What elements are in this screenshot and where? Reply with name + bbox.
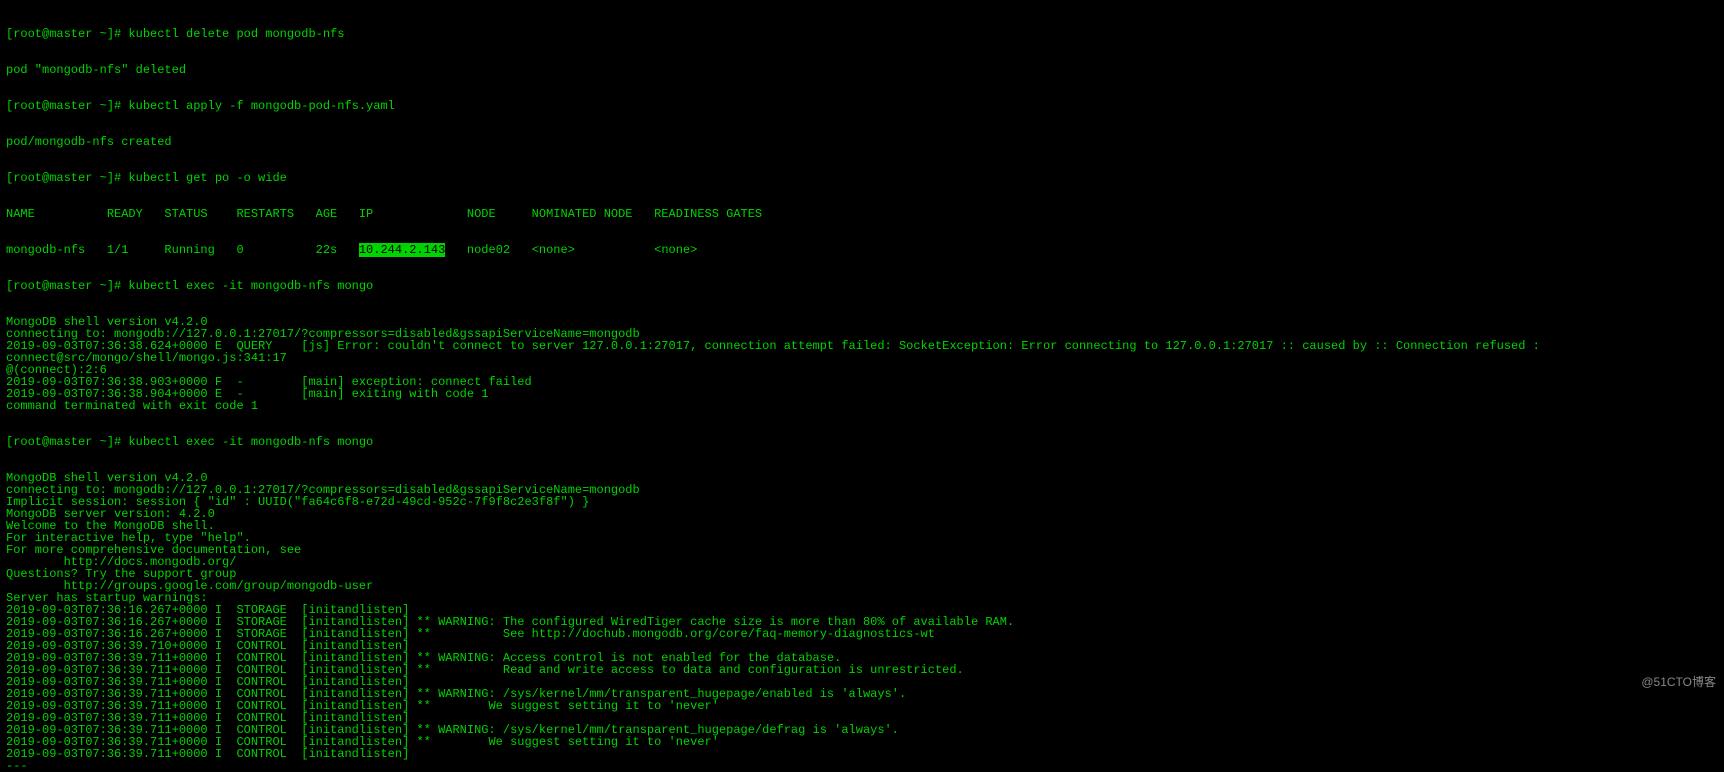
output-line: For more comprehensive documentation, se… — [6, 544, 1718, 556]
command-text: kubectl exec -it mongodb-nfs mongo — [128, 435, 373, 449]
watermark-text: @51CTO博客 — [1641, 676, 1716, 688]
output-line: 2019-09-03T07:36:38.904+0000 E - [main] … — [6, 388, 1718, 400]
command-text: kubectl delete pod mongodb-nfs — [128, 27, 344, 41]
output-line: http://groups.google.com/group/mongodb-u… — [6, 580, 1718, 592]
output-line: http://docs.mongodb.org/ — [6, 556, 1718, 568]
output-line: Implicit session: session { "id" : UUID(… — [6, 496, 1718, 508]
command-text: kubectl apply -f mongodb-pod-nfs.yaml — [128, 99, 394, 113]
shell-prompt: [root@master ~]# — [6, 435, 121, 449]
table-row: mongodb-nfs 1/1 Running 0 22s 10.244.2.1… — [6, 244, 1718, 256]
output-line: MongoDB server version: 4.2.0 — [6, 508, 1718, 520]
output-line: connect@src/mongo/shell/mongo.js:341:17 — [6, 352, 1718, 364]
shell-prompt: [root@master ~]# — [6, 99, 121, 113]
shell-prompt: [root@master ~]# — [6, 171, 121, 185]
output-line: 2019-09-03T07:36:39.711+0000 I CONTROL [… — [6, 748, 1718, 760]
ip-highlight: 10.244.2.143 — [359, 243, 445, 257]
terminal-window[interactable]: [root@master ~]# kubectl delete pod mong… — [0, 0, 1724, 772]
shell-prompt: [root@master ~]# — [6, 279, 121, 293]
shell-prompt: [root@master ~]# — [6, 27, 121, 41]
output-line: Welcome to the MongoDB shell. — [6, 520, 1718, 532]
output-line: pod "mongodb-nfs" deleted — [6, 64, 1718, 76]
mongo-output-success: MongoDB shell version v4.2.0connecting t… — [6, 472, 1718, 772]
command-text: kubectl get po -o wide — [128, 171, 286, 185]
command-text: kubectl exec -it mongodb-nfs mongo — [128, 279, 373, 293]
table-header: NAME READY STATUS RESTARTS AGE IP NODE N… — [6, 208, 1718, 220]
output-line: pod/mongodb-nfs created — [6, 136, 1718, 148]
mongo-output-failed: MongoDB shell version v4.2.0connecting t… — [6, 316, 1718, 412]
output-line: command terminated with exit code 1 — [6, 400, 1718, 412]
